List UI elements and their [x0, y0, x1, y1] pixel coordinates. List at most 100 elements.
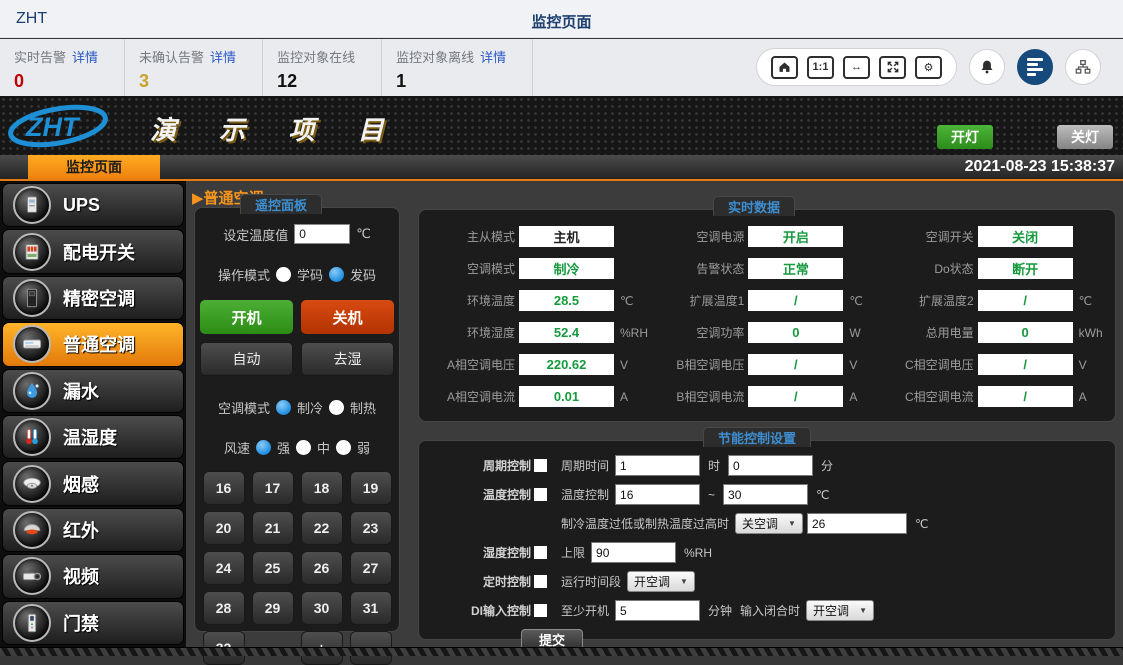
detail-link[interactable]: 详情	[480, 50, 506, 65]
temp-button[interactable]: 29	[252, 591, 294, 625]
zht-logo: ZHT	[6, 102, 146, 155]
chevron-down-icon: ▼	[788, 519, 796, 528]
temperature-keypad: 16 17 18 19 20 21 22 23 24 25 26 27 28 2…	[195, 471, 399, 665]
temp-button[interactable]: 31	[350, 591, 392, 625]
sidebar-item-infrared[interactable]: 红外	[2, 508, 184, 552]
light-off-button[interactable]: 关灯	[1057, 125, 1113, 149]
precision-ac-icon	[13, 279, 51, 317]
stat-label: 监控对象在线	[277, 50, 355, 65]
list-menu-icon[interactable]	[1017, 49, 1053, 85]
field-total-energy: 总用电量0kWh	[882, 322, 1111, 343]
temp-button[interactable]: 19	[350, 471, 392, 505]
stat-value: 12	[277, 71, 355, 92]
di-input-checkbox[interactable]	[534, 604, 547, 617]
temp-max-input[interactable]	[723, 484, 808, 505]
temp-button[interactable]: 25	[252, 551, 294, 585]
realtime-col-3: 空调开关关闭 Do状态断开 扩展温度2/℃ 总用电量0kWh C相空调电压/V …	[882, 226, 1111, 421]
value-box: 220.62	[519, 354, 614, 375]
radio-fan-medium[interactable]	[296, 440, 311, 455]
radio-fan-strong[interactable]	[256, 440, 271, 455]
detail-link[interactable]: 详情	[72, 50, 98, 65]
light-on-button[interactable]: 开灯	[937, 125, 993, 149]
top-bar: ZHT 监控页面	[0, 0, 1123, 38]
fit-width-icon[interactable]: ↔	[843, 56, 870, 79]
tab-bar: 监控页面 2021-08-23 15:38:37	[0, 155, 1123, 181]
radio-learn-code[interactable]	[276, 267, 291, 282]
set-temp-input[interactable]	[294, 224, 350, 244]
radio-send-code[interactable]	[329, 267, 344, 282]
stat-label: 实时告警	[14, 50, 66, 65]
temp-button[interactable]: 22	[301, 511, 343, 545]
humidity-limit-input[interactable]	[591, 542, 676, 563]
radio-learn-code-label: 学码	[297, 265, 323, 284]
one-to-one-icon[interactable]: 1:1	[807, 56, 834, 79]
fan-speed-label: 风速	[224, 438, 250, 457]
hazard-stripe-footer	[0, 647, 1123, 656]
cycle-control-checkbox[interactable]	[534, 459, 547, 472]
temp-min-input[interactable]	[615, 484, 700, 505]
radio-cool-label: 制冷	[297, 398, 323, 417]
radio-heat[interactable]	[329, 400, 344, 415]
fullscreen-icon[interactable]	[879, 56, 906, 79]
value-box: /	[748, 354, 843, 375]
min-runtime-input[interactable]	[615, 600, 700, 621]
stat-objects-offline: 监控对象离线详情 1	[382, 39, 533, 96]
view-tools: 1:1 ↔ ⚙	[756, 48, 957, 86]
temp-button[interactable]: 24	[203, 551, 245, 585]
value-box: 52.4	[519, 322, 614, 343]
power-off-button[interactable]: 关机	[301, 300, 394, 334]
timer-action-select[interactable]: 开空调▼	[627, 571, 695, 592]
field-do-status: Do状态断开	[882, 258, 1111, 279]
sidebar-item-precision-ac[interactable]: 精密空调	[2, 276, 184, 320]
temp-button[interactable]: 23	[350, 511, 392, 545]
value-box: 制冷	[519, 258, 614, 279]
temp-control-checkbox[interactable]	[534, 488, 547, 501]
detail-link[interactable]: 详情	[210, 50, 236, 65]
temp-button[interactable]: 16	[203, 471, 245, 505]
cycle-minute-input[interactable]	[728, 455, 813, 476]
topology-icon[interactable]	[1065, 49, 1101, 85]
temp-button[interactable]: 30	[301, 591, 343, 625]
op-mode-label: 操作模式	[218, 265, 270, 284]
temp-button[interactable]: 27	[350, 551, 392, 585]
sidebar-item-door-access[interactable]: 门禁	[2, 601, 184, 645]
sidebar-item-ups[interactable]: UPS	[2, 183, 184, 227]
sidebar-item-common-ac[interactable]: 普通空调	[2, 322, 184, 366]
field-phase-c-current: C相空调电流/A	[882, 386, 1111, 407]
temp-button[interactable]: 17	[252, 471, 294, 505]
temp-button[interactable]: 28	[203, 591, 245, 625]
temp-button[interactable]: 18	[301, 471, 343, 505]
home-icon[interactable]	[771, 56, 798, 79]
field-phase-b-voltage: B相空调电压/V	[652, 354, 881, 375]
temp-exceed-value-input[interactable]	[807, 513, 907, 534]
cycle-hour-input[interactable]	[615, 455, 700, 476]
temp-button[interactable]: 20	[203, 511, 245, 545]
power-on-button[interactable]: 开机	[200, 300, 293, 334]
radio-cool[interactable]	[276, 400, 291, 415]
sidebar-item-breaker[interactable]: 配电开关	[2, 229, 184, 273]
radio-fan-weak[interactable]	[336, 440, 351, 455]
sidebar-item-smoke[interactable]: 烟感	[2, 461, 184, 505]
radio-heat-label: 制热	[350, 398, 376, 417]
temp-button[interactable]: 26	[301, 551, 343, 585]
stat-objects-online: 监控对象在线 12	[263, 39, 382, 96]
value-box: 开启	[748, 226, 843, 247]
timer-control-row: 定时控制 运行时间段 开空调▼	[459, 571, 1115, 592]
sidebar-item-video[interactable]: 视频	[2, 554, 184, 598]
project-title: 演 示 项 目	[150, 110, 402, 147]
temp-exceed-action-select[interactable]: 关空调▼	[735, 513, 803, 534]
alarm-bell-icon[interactable]	[969, 49, 1005, 85]
settings-gear-icon[interactable]: ⚙	[915, 56, 942, 79]
field-ac-mode: 空调模式制冷	[423, 258, 652, 279]
sidebar-item-water-leak[interactable]: 漏水	[2, 369, 184, 413]
tab-monitor-page[interactable]: 监控页面	[28, 155, 160, 179]
humidity-control-checkbox[interactable]	[534, 546, 547, 559]
di-closed-action-select[interactable]: 开空调▼	[806, 600, 874, 621]
infrared-icon	[13, 511, 51, 549]
sidebar-item-temp-humidity[interactable]: 温湿度	[2, 415, 184, 459]
dehumidify-button[interactable]: 去湿	[301, 342, 394, 376]
auto-button[interactable]: 自动	[200, 342, 293, 376]
value-box: 0	[748, 322, 843, 343]
timer-control-checkbox[interactable]	[534, 575, 547, 588]
temp-button[interactable]: 21	[252, 511, 294, 545]
